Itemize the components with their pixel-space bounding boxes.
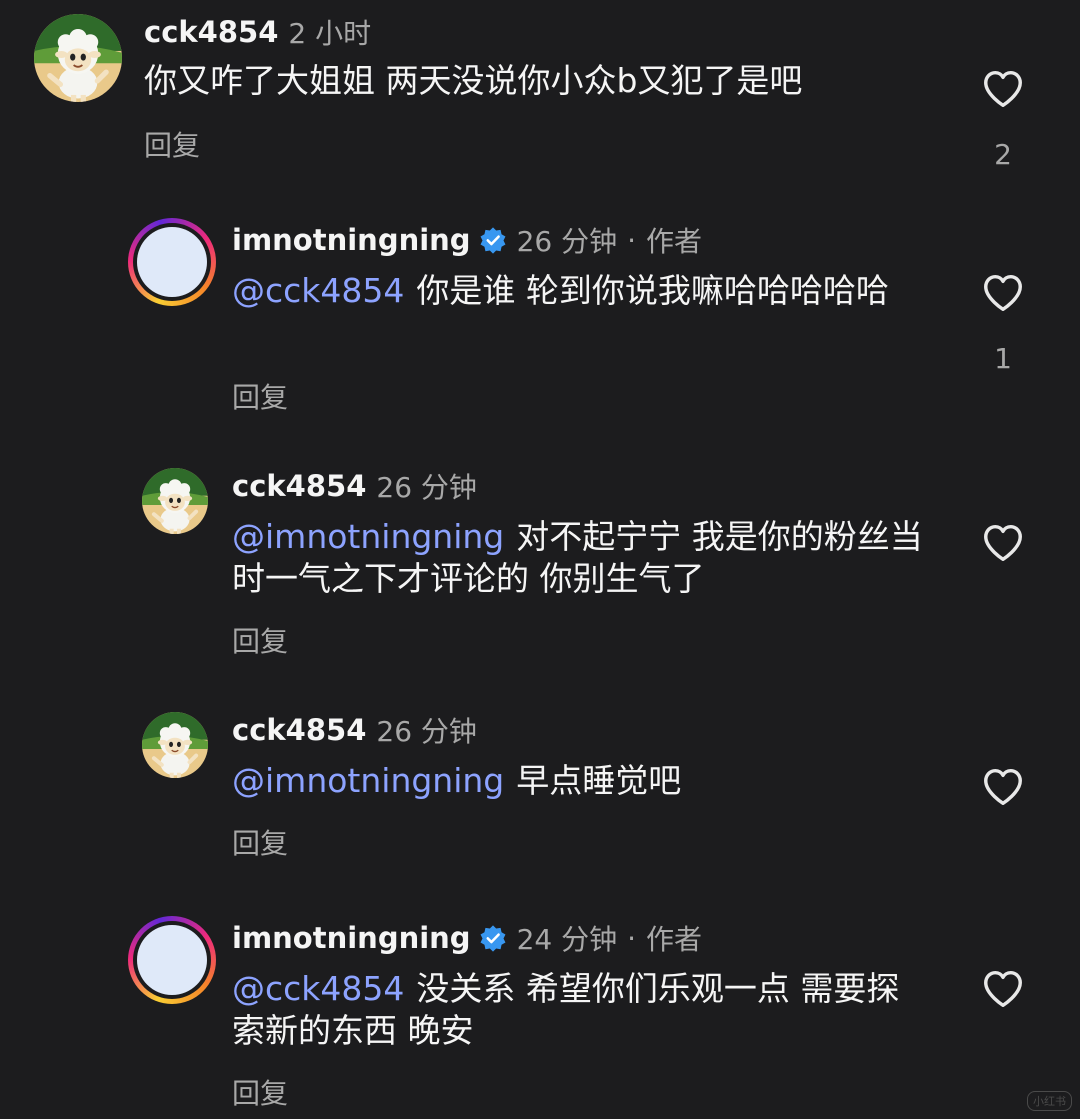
comment-username[interactable]: imnotningning bbox=[232, 223, 471, 257]
sheep-avatar-icon bbox=[34, 14, 122, 102]
comment-reply-item: imnotningning 24 分钟 · 作者 @cck4854 没关系 希望你… bbox=[0, 908, 1080, 1119]
like-button[interactable] bbox=[980, 520, 1026, 566]
like-button[interactable] bbox=[980, 764, 1026, 810]
sheep-avatar-icon bbox=[142, 468, 208, 534]
reply-button[interactable]: 回复 bbox=[144, 124, 200, 164]
mention-link[interactable]: @cck4854 bbox=[232, 271, 404, 310]
comment-username[interactable]: cck4854 bbox=[232, 713, 366, 747]
avatar[interactable] bbox=[34, 14, 122, 102]
comment-text: @cck4854 没关系 希望你们乐观一点 需要探索新的东西 晚安 bbox=[232, 968, 922, 1052]
comment-reply-item: cck4854 26 分钟 @imnotningning 对不起宁宁 我是你的粉丝… bbox=[0, 462, 1080, 682]
reply-button[interactable]: 回复 bbox=[232, 376, 288, 416]
comment-item: cck4854 2 小时 你又咋了大姐姐 两天没说你小众b又犯了是吧 回复 2 bbox=[0, 0, 1080, 190]
comment-timestamp: 2 小时 bbox=[288, 17, 372, 50]
comment-text: 你又咋了大姐姐 两天没说你小众b又犯了是吧 bbox=[144, 60, 834, 102]
mention-link[interactable]: @imnotningning bbox=[232, 517, 504, 556]
comment-text: @imnotningning 对不起宁宁 我是你的粉丝当时一气之下才评论的 你别生… bbox=[232, 516, 932, 600]
comment-username[interactable]: imnotningning bbox=[232, 921, 471, 955]
sheep-avatar-icon bbox=[142, 712, 208, 778]
reply-button[interactable]: 回复 bbox=[232, 1072, 288, 1112]
reply-button[interactable]: 回复 bbox=[232, 620, 288, 660]
like-count[interactable]: 1 bbox=[980, 342, 1026, 375]
comment-text: @cck4854 你是谁 轮到你说我嘛哈哈哈哈哈 bbox=[232, 270, 922, 312]
heart-icon bbox=[980, 520, 1026, 566]
watermark: 小红书 bbox=[1027, 1091, 1072, 1111]
comment-timestamp: 26 分钟 bbox=[376, 471, 477, 504]
avatar bbox=[137, 925, 207, 995]
story-ring-avatar[interactable] bbox=[128, 218, 216, 306]
comment-timestamp: 26 分钟 bbox=[376, 715, 477, 748]
comment-reply-item: imnotningning 26 分钟 · 作者 @cck4854 你是谁 轮到你… bbox=[0, 210, 1080, 440]
story-ring-avatar[interactable] bbox=[128, 916, 216, 1004]
author-label: 作者 bbox=[646, 923, 703, 956]
separator-dot: · bbox=[627, 223, 637, 257]
heart-icon bbox=[980, 764, 1026, 810]
comment-username[interactable]: cck4854 bbox=[144, 15, 278, 49]
comment-text: @imnotningning 早点睡觉吧 bbox=[232, 760, 922, 802]
comment-reply-item: cck4854 26 分钟 @imnotningning 早点睡觉吧 回复 bbox=[0, 706, 1080, 896]
separator-dot: · bbox=[627, 921, 637, 955]
comment-text-content: 早点睡觉吧 bbox=[516, 761, 682, 800]
avatar[interactable] bbox=[142, 468, 208, 534]
author-label: 作者 bbox=[646, 225, 703, 258]
like-button[interactable] bbox=[980, 270, 1026, 316]
comment-username[interactable]: cck4854 bbox=[232, 469, 366, 503]
reply-button[interactable]: 回复 bbox=[232, 822, 288, 862]
comment-timestamp: 24 分钟 bbox=[516, 923, 618, 956]
comment-text-content: 你又咋了大姐姐 两天没说你小众b又犯了是吧 bbox=[144, 61, 803, 100]
like-button[interactable] bbox=[980, 966, 1026, 1012]
mention-link[interactable]: @cck4854 bbox=[232, 969, 404, 1008]
heart-icon bbox=[980, 966, 1026, 1012]
like-count[interactable]: 2 bbox=[980, 138, 1026, 171]
like-button[interactable] bbox=[980, 66, 1026, 112]
verified-badge-icon bbox=[479, 924, 507, 952]
verified-badge-icon bbox=[479, 226, 507, 254]
avatar[interactable] bbox=[142, 712, 208, 778]
heart-icon bbox=[980, 270, 1026, 316]
heart-icon bbox=[980, 66, 1026, 112]
avatar bbox=[137, 227, 207, 297]
comment-timestamp: 26 分钟 bbox=[516, 225, 618, 258]
mention-link[interactable]: @imnotningning bbox=[232, 761, 504, 800]
comment-text-content: 你是谁 轮到你说我嘛哈哈哈哈哈 bbox=[416, 271, 889, 310]
